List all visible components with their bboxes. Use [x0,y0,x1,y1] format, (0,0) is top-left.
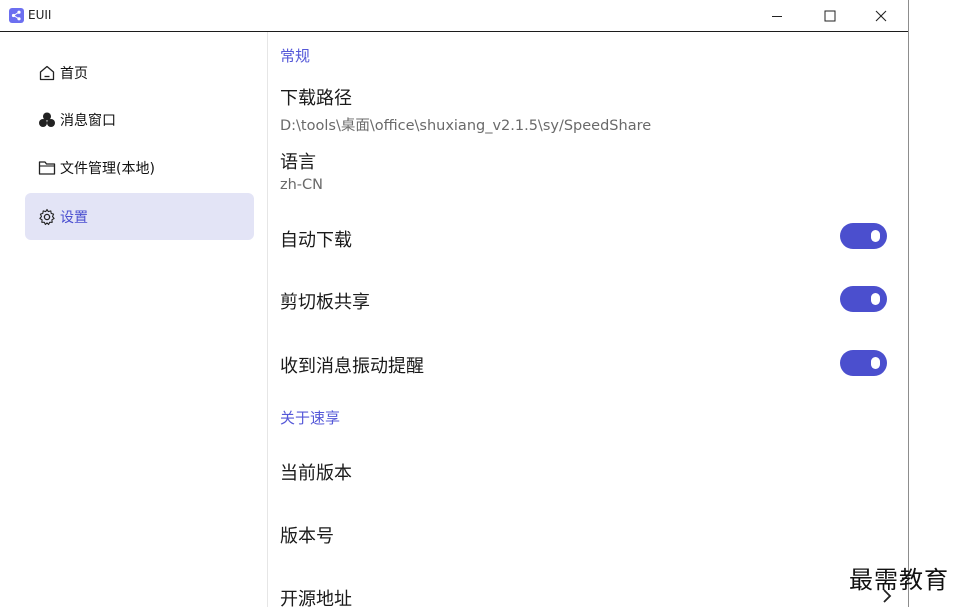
window-title: EUII [28,8,52,22]
close-button[interactable] [858,0,904,31]
sidebar-item-home[interactable]: 首页 [25,49,254,96]
sidebar-item-settings[interactable]: 设置 [25,193,254,240]
home-icon [36,63,58,83]
watermark-text: 最需教育 [849,566,949,594]
toggle-knob [871,357,880,369]
folder-icon [36,158,58,178]
setting-title-vibrate: 收到消息振动提醒 [280,356,424,377]
setting-current-version[interactable]: 当前版本 [280,459,352,485]
setting-open-source[interactable]: 开源地址 [280,585,352,607]
setting-value: D:\tools\桌面\office\shuxiang_v2.1.5\sy/Sp… [280,118,652,134]
setting-title-auto-download: 自动下载 [280,230,352,251]
setting-title: 下载路径 [280,88,352,109]
close-icon [875,10,887,21]
sidebar-item-label: 文件管理(本地) [60,160,155,177]
minimize-button[interactable] [754,0,800,31]
share-app-icon [9,8,24,23]
sidebar: 首页 消息窗口 文件管理(本地) 设置 [0,32,268,607]
toggle-knob [871,230,880,242]
section-header-about: 关于速享 [280,409,341,427]
minimize-icon [772,15,782,17]
auto-download-toggle[interactable] [840,223,887,249]
maximize-button[interactable] [807,0,853,31]
sidebar-item-label: 消息窗口 [60,112,116,129]
message-icon [36,110,58,130]
setting-title: 语言 [280,152,316,173]
setting-version-number[interactable]: 版本号 [280,522,334,548]
sidebar-item-label: 设置 [60,209,88,226]
gear-icon [36,207,58,227]
setting-title-clipboard-share: 剪切板共享 [280,292,370,313]
vibrate-toggle[interactable] [840,350,887,376]
maximize-icon [824,10,836,21]
title-bar: EUII [0,0,908,32]
settings-panel: 常规 下载路径 D:\tools\桌面\office\shuxiang_v2.1… [268,32,908,607]
toggle-knob [871,293,880,305]
clipboard-share-toggle[interactable] [840,286,887,312]
sidebar-item-messages[interactable]: 消息窗口 [25,96,254,143]
app-window: EUII 首页 消息窗口 文件管理(本地) 设置 常规 下载路径 D:\tool… [0,0,909,607]
section-header-general: 常规 [280,47,311,65]
setting-value: zh-CN [280,177,324,193]
sidebar-item-label: 首页 [60,65,88,82]
sidebar-item-files[interactable]: 文件管理(本地) [25,144,254,191]
